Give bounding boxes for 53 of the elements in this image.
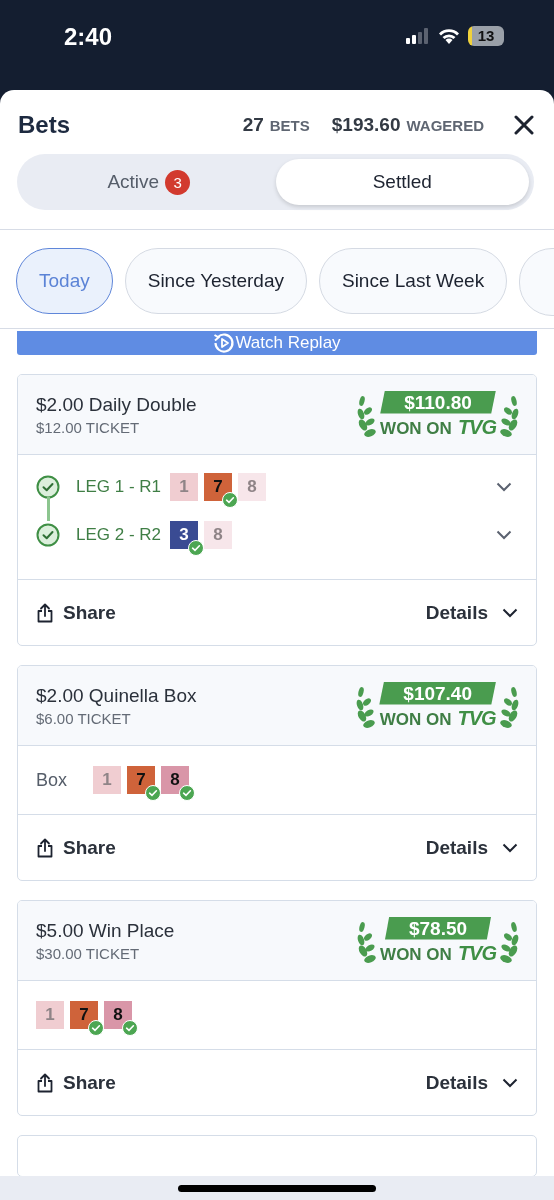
- wifi-icon: [438, 28, 460, 44]
- won-label: WON ON: [379, 709, 452, 730]
- share-button[interactable]: Share: [36, 836, 116, 859]
- bet-title: $5.00 Win Place: [36, 919, 175, 942]
- selection-label: Box: [36, 769, 69, 791]
- details-button[interactable]: Details: [425, 1071, 518, 1094]
- wagered-label: WAGERED: [406, 117, 484, 134]
- share-icon: [36, 602, 54, 623]
- runner-number: 8: [204, 521, 232, 549]
- filter-chip[interactable]: Since Yesterday: [124, 248, 307, 314]
- bets-label: BETS: [269, 117, 310, 134]
- payout-amount: $78.50: [385, 916, 492, 940]
- won-label: WON ON: [380, 944, 452, 965]
- bet-title: $2.00 Daily Double: [36, 393, 197, 416]
- payout-amount: $107.40: [379, 681, 496, 705]
- leg-label: LEG 1 - R1: [76, 477, 163, 497]
- runner-number: 1: [170, 473, 198, 501]
- chevron-down-icon: [502, 607, 518, 618]
- signal-icon: [406, 28, 430, 44]
- filter-chip[interactable]: Since Last Week: [318, 248, 508, 314]
- details-button[interactable]: Details: [425, 836, 518, 859]
- count-badge: 3: [165, 169, 191, 195]
- bets-count: 27: [242, 114, 264, 136]
- runner-number: 1: [93, 766, 121, 794]
- tab[interactable]: Settled: [275, 159, 529, 205]
- share-button[interactable]: Share: [36, 601, 116, 624]
- chevron-down-icon: [502, 1077, 518, 1088]
- ticket-amount: $12.00 TICKET: [36, 418, 141, 436]
- close-icon[interactable]: [514, 115, 534, 135]
- chevron-down-icon[interactable]: [496, 530, 512, 540]
- clock-time: 2:40: [64, 23, 113, 51]
- leg-label: LEG 2 - R2: [76, 525, 163, 545]
- share-icon: [36, 837, 54, 858]
- share-button[interactable]: Share: [36, 1071, 116, 1094]
- chevron-down-icon[interactable]: [496, 482, 512, 492]
- payout-amount: $110.80: [380, 390, 496, 414]
- runner-number: 8: [238, 473, 266, 501]
- runner-number: 1: [36, 1001, 64, 1029]
- details-button[interactable]: Details: [425, 601, 518, 624]
- ticket-amount: $6.00 TICKET: [36, 709, 132, 727]
- replay-icon: [213, 332, 236, 354]
- brand-logo: TVG: [457, 415, 496, 439]
- tab[interactable]: Active 3: [22, 159, 276, 205]
- sheet-title: Bets: [18, 111, 71, 139]
- chevron-down-icon: [502, 842, 518, 853]
- wagered-amount: $193.60: [331, 114, 401, 136]
- share-icon: [36, 1072, 54, 1093]
- won-label: WON ON: [380, 418, 452, 439]
- brand-logo: TVG: [457, 941, 496, 965]
- battery-indicator: 13: [468, 26, 504, 46]
- bet-title: $2.00 Quinella Box: [36, 684, 197, 707]
- brand-logo: TVG: [457, 706, 496, 730]
- ticket-amount: $30.00 TICKET: [36, 944, 141, 962]
